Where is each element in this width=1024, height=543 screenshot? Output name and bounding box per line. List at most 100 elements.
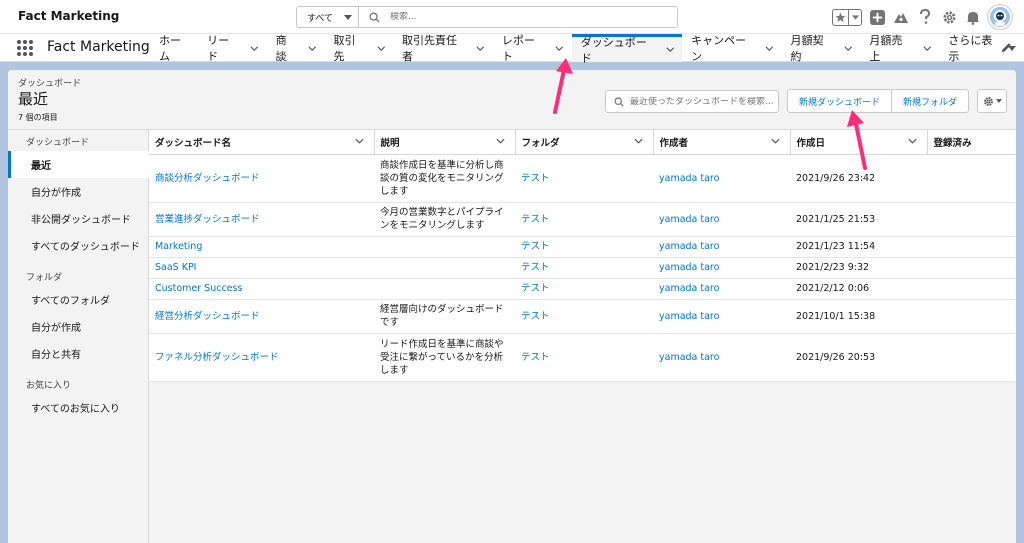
subscribed-cell xyxy=(927,202,1016,237)
nav-tab-label: レポート xyxy=(501,34,535,63)
nav-tab-label: 商談 xyxy=(275,34,287,63)
list-search-box xyxy=(605,90,779,113)
nav-tab-label: リード xyxy=(207,34,230,63)
favorites-menu-button[interactable] xyxy=(849,10,861,25)
folder-link[interactable]: テスト xyxy=(515,236,653,258)
nav-tab-label: ホーム xyxy=(159,34,181,63)
new-dashboard-button[interactable]: 新規ダッシュボード xyxy=(787,89,893,113)
table-row[interactable]: 経営分析ダッシュボード 経営層向けのダッシュボードです テスト yamada taro… xyxy=(149,299,1016,334)
chevron-down-icon[interactable] xyxy=(376,44,385,53)
nav-tab-8[interactable]: 月額契約 xyxy=(782,34,861,63)
column-header-subscribed[interactable]: 登録済み xyxy=(927,130,1016,155)
app-title: Fact Marketing xyxy=(18,9,120,23)
nav-tab-label: キャンペーン xyxy=(691,34,747,63)
nav-tab-3[interactable]: 取引先 xyxy=(325,34,393,63)
table-row[interactable]: 商談分析ダッシュボード 商談作成日を基準に分析し商談の質の変化をモニタリングします… xyxy=(149,154,1016,203)
column-header-folder[interactable]: フォルダ xyxy=(515,130,654,155)
sidebar-item-private-dashboards[interactable]: 非公開ダッシュボード xyxy=(8,205,149,232)
table-row[interactable]: Marketing テスト yamada taro 2021/1/23 11:54 xyxy=(149,236,1016,258)
owner-link[interactable]: yamada taro xyxy=(653,257,790,279)
sidebar-item-all-dashboards[interactable]: すべてのダッシュボード xyxy=(8,232,149,259)
dashboard-description xyxy=(374,236,515,258)
subscribed-cell xyxy=(927,278,1016,300)
sidebar-item-created-by-me[interactable]: 自分が作成 xyxy=(8,178,149,205)
new-folder-button[interactable]: 新規フォルダ xyxy=(892,89,970,113)
global-actions-button[interactable] xyxy=(868,8,886,26)
folder-link[interactable]: テスト xyxy=(515,299,653,334)
owner-link[interactable]: yamada taro xyxy=(653,236,790,258)
list-search-input[interactable] xyxy=(630,96,775,107)
help-button[interactable] xyxy=(916,8,934,26)
folder-link[interactable]: テスト xyxy=(515,278,653,300)
folder-link[interactable]: テスト xyxy=(515,333,653,382)
table-row[interactable]: 営業進捗ダッシュボード 今月の営業数字とパイプラインをモニタリングします テスト ya… xyxy=(149,202,1016,237)
trailhead-button[interactable] xyxy=(892,8,910,26)
search-input[interactable] xyxy=(390,12,650,22)
chevron-down-icon[interactable] xyxy=(765,44,774,53)
sidebar-item-all-favorites[interactable]: すべてのお気に入り xyxy=(8,394,149,421)
pencil-icon xyxy=(1001,43,1011,53)
notifications-button[interactable] xyxy=(964,8,982,26)
sidebar-item-all-folders[interactable]: すべてのフォルダ xyxy=(8,286,149,313)
nav-tab-label: さらに表示 xyxy=(948,34,993,63)
sidebar-section-folder: フォルダ xyxy=(26,273,63,283)
sidebar-item-shared-with-me[interactable]: 自分と共有 xyxy=(8,340,149,367)
item-count: 7 個の項目 xyxy=(18,113,58,122)
nav-tab-9[interactable]: 月額売上 xyxy=(860,34,939,63)
search-scope-select[interactable]: すべて xyxy=(297,7,359,27)
chevron-down-icon[interactable] xyxy=(923,44,931,53)
nav-tab-0[interactable]: ホーム xyxy=(150,34,198,63)
sidebar-item-recent[interactable]: 最近 xyxy=(8,151,149,178)
column-header-description[interactable]: 説明 xyxy=(374,130,516,155)
header-utility-icons xyxy=(832,5,1012,29)
dashboard-name-link[interactable]: Customer Success xyxy=(149,278,374,300)
owner-link[interactable]: yamada taro xyxy=(653,299,790,334)
app-launcher-icon[interactable] xyxy=(17,40,33,56)
nav-tab-1[interactable]: リード xyxy=(198,34,266,63)
chevron-down-icon[interactable] xyxy=(844,44,852,53)
dashboard-description: リード作成日を基準に商談や受注に繋がっているかを分析します xyxy=(374,333,515,382)
nav-tab-4[interactable]: 取引先責任者 xyxy=(393,34,493,63)
owner-link[interactable]: yamada taro xyxy=(653,333,790,382)
chevron-down-icon[interactable] xyxy=(476,44,485,53)
nav-tab-6[interactable]: ダッシュボード xyxy=(571,34,683,65)
folder-link[interactable]: テスト xyxy=(515,202,653,237)
chevron-down-icon[interactable] xyxy=(555,44,564,53)
nav-tab-7[interactable]: キャンペーン xyxy=(682,34,781,63)
gear-icon xyxy=(942,10,956,24)
dashboard-name-link[interactable]: ファネル分析ダッシュボード xyxy=(149,333,374,382)
subscribed-cell xyxy=(927,154,1016,203)
sidebar-item-folders-created-by-me[interactable]: 自分が作成 xyxy=(8,313,149,340)
column-header-name[interactable]: ダッシュボード名 xyxy=(149,130,375,155)
nav-tab-label: 月額契約 xyxy=(790,34,824,63)
table-row[interactable]: SaaS KPI テスト yamada taro 2021/2/23 9:32 xyxy=(149,257,1016,279)
table-row[interactable]: ファネル分析ダッシュボード リード作成日を基準に商談や受注に繋がっているかを分析し… xyxy=(149,333,1016,382)
annotation-arrow-new-dashboard xyxy=(847,110,867,170)
list-settings-button[interactable] xyxy=(977,89,1007,113)
chevron-down-icon[interactable] xyxy=(250,44,259,53)
dashboard-name-link[interactable]: Marketing xyxy=(149,236,374,258)
list-actions: 新規ダッシュボード 新規フォルダ xyxy=(787,89,970,113)
folder-link[interactable]: テスト xyxy=(515,154,653,203)
chevron-down-icon[interactable] xyxy=(308,44,317,53)
favorite-star-button[interactable] xyxy=(833,9,849,25)
dashboard-name-link[interactable]: 経営分析ダッシュボード xyxy=(149,299,374,334)
user-avatar[interactable] xyxy=(988,5,1012,29)
column-header-label: 作成日 xyxy=(796,137,826,149)
view-title: 最近 xyxy=(18,90,49,108)
dashboard-name-link[interactable]: 商談分析ダッシュボード xyxy=(149,154,374,203)
table-row[interactable]: Customer Success テスト yamada taro 2021/2/12 … xyxy=(149,278,1016,300)
dashboard-name-link[interactable]: 営業進捗ダッシュボード xyxy=(149,202,374,237)
owner-link[interactable]: yamada taro xyxy=(653,278,790,300)
dashboard-name-link[interactable]: SaaS KPI xyxy=(149,257,374,279)
folder-link[interactable]: テスト xyxy=(515,257,653,279)
column-header-owner[interactable]: 作成者 xyxy=(653,130,791,155)
bell-icon xyxy=(967,11,979,25)
chevron-down-icon[interactable] xyxy=(666,45,675,54)
owner-link[interactable]: yamada taro xyxy=(653,154,790,203)
edit-nav-button[interactable] xyxy=(1001,42,1012,56)
app-nav-bar: Fact Marketing ホーム リード 商談 取引先 取引先責任者 レポート ダッシュ… xyxy=(0,34,1024,65)
owner-link[interactable]: yamada taro xyxy=(653,202,790,237)
nav-tab-2[interactable]: 商談 xyxy=(267,34,325,63)
setup-button[interactable] xyxy=(940,8,958,26)
